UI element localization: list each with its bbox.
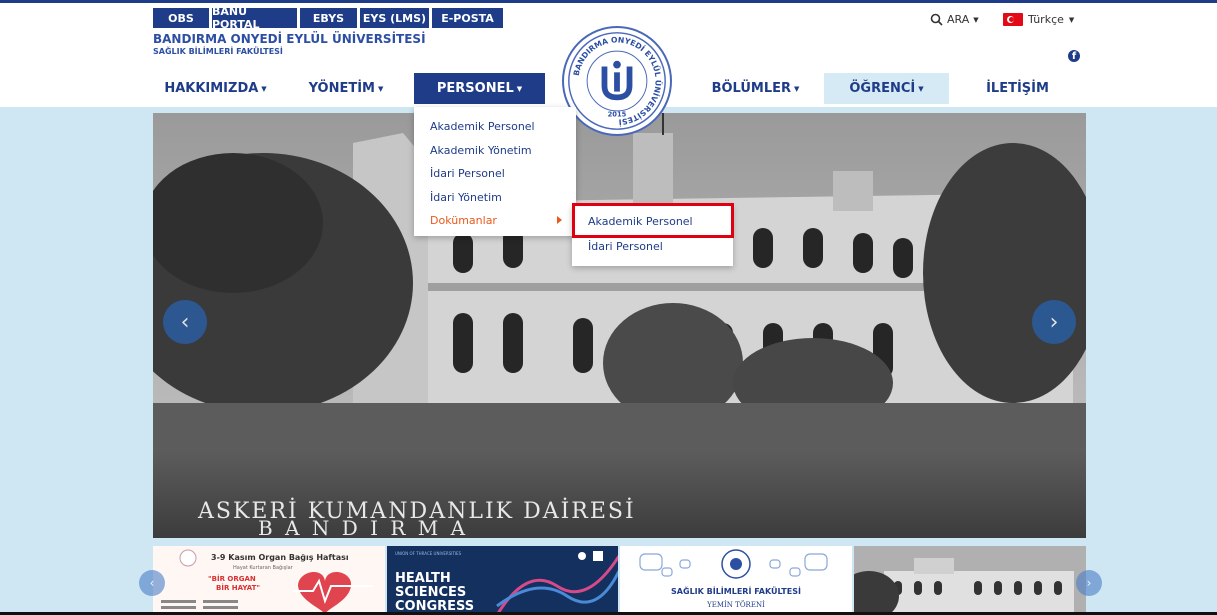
submenu-akademik-personel[interactable]: Akademik Personel xyxy=(588,215,693,228)
thumb2-line0: UNION OF THRACE UNIVERSITIES xyxy=(395,551,462,556)
banu-portal-link[interactable]: BANÜ PORTAL xyxy=(212,5,297,31)
dropdown-idari-personel[interactable]: İdari Personel xyxy=(414,162,576,186)
news-thumbnails: 3-9 Kasım Organ Bağış Haftası Hayat Kurt… xyxy=(153,546,1086,615)
search-button[interactable]: ARA ▼ xyxy=(930,13,979,26)
caret-down-icon: ▼ xyxy=(261,84,267,93)
nav-label: HAKKIMIZDA xyxy=(164,81,259,96)
nav-label: İLETİŞİM xyxy=(986,81,1049,96)
university-name[interactable]: BANDIRMA ONYEDİ EYLÜL ÜNİVERSİTESİ xyxy=(153,32,426,46)
facebook-icon[interactable]: f xyxy=(1068,50,1080,62)
thumb-yemin-toreni[interactable]: SAĞLIK BİLİMLERİ FAKÜLTESİ YEMİN TÖRENİ xyxy=(620,546,852,615)
chevron-down-icon: ▼ xyxy=(973,15,979,24)
dropdown-dokumanlar[interactable]: Dokümanlar xyxy=(414,209,576,233)
search-label: ARA xyxy=(947,13,970,26)
thumb1-title: 3-9 Kasım Organ Bağış Haftası xyxy=(211,553,349,562)
chevron-down-icon: ▼ xyxy=(1068,15,1075,24)
eys-lms-link[interactable]: EYS (LMS) xyxy=(360,8,429,28)
thumb3-sub: YEMİN TÖRENİ xyxy=(706,600,765,609)
faculty-name[interactable]: SAĞLIK BİLİMLERİ FAKÜLTESİ xyxy=(153,47,283,56)
caret-down-icon: ▼ xyxy=(918,84,924,93)
e-posta-link[interactable]: E-POSTA xyxy=(432,8,503,28)
dropdown-akademik-yonetim[interactable]: Akademik Yönetim xyxy=(414,139,576,163)
nav-iletisim[interactable]: İLETİŞİM xyxy=(955,73,1080,104)
thumb-building-photo[interactable] xyxy=(853,546,1086,615)
health-congress-banner: UNION OF THRACE UNIVERSITIES HEALTH SCIE… xyxy=(395,551,618,615)
dropdown-akademik-personel[interactable]: Akademik Personel xyxy=(414,115,576,139)
ebys-link[interactable]: EBYS xyxy=(300,8,357,28)
thumb2-line1: HEALTH xyxy=(395,571,451,586)
organ-donation-banner: 3-9 Kasım Organ Bağış Haftası Hayat Kurt… xyxy=(161,549,373,614)
nav-label: PERSONEL xyxy=(436,81,514,96)
thumb-health-congress[interactable]: UNION OF THRACE UNIVERSITIES HEALTH SCIE… xyxy=(386,546,618,615)
nav-hakkimizda[interactable]: HAKKIMIZDA ▼ xyxy=(153,73,278,104)
nav-label: ÖĞRENCİ xyxy=(849,81,916,96)
caret-down-icon: ▼ xyxy=(794,84,800,93)
hero-slider[interactable]: ASKERİ KUMANDANLIK DAİRESİ B A N D I R M… xyxy=(153,113,1086,538)
caret-right-icon xyxy=(557,216,562,224)
nav-personel[interactable]: PERSONEL ▼ xyxy=(414,73,545,104)
thumb1-sub: Hayat Kurtaran Bağışlar xyxy=(233,564,294,571)
thumb3-title: SAĞLIK BİLİMLERİ FAKÜLTESİ xyxy=(671,585,801,596)
thumbs-next-arrow[interactable]: › xyxy=(1076,570,1102,596)
nav-yonetim[interactable]: YÖNETİM ▼ xyxy=(286,73,406,104)
nav-label: YÖNETİM xyxy=(308,81,375,96)
logo-year: 2015 xyxy=(608,111,627,119)
thumbs-prev-arrow[interactable]: ‹ xyxy=(139,570,165,596)
search-icon xyxy=(930,13,943,26)
yemin-toreni-banner: SAĞLIK BİLİMLERİ FAKÜLTESİ YEMİN TÖRENİ xyxy=(639,549,828,609)
hero-photo: ASKERİ KUMANDANLIK DAİRESİ B A N D I R M… xyxy=(153,113,1086,538)
building-thumbnail xyxy=(853,546,1086,615)
obs-link[interactable]: OBS xyxy=(153,8,209,28)
quick-links: OBS BANÜ PORTAL EBYS EYS (LMS) E-POSTA xyxy=(153,5,503,31)
top-border xyxy=(0,0,1217,3)
nav-label: BÖLÜMLER xyxy=(711,81,792,96)
thumb2-line2: SCIENCES xyxy=(395,585,466,600)
thumb-organ-donation[interactable]: 3-9 Kasım Organ Bağış Haftası Hayat Kurt… xyxy=(153,546,385,615)
dropdown-dokumanlar-label: Dokümanlar xyxy=(430,214,497,228)
caret-down-icon: ▼ xyxy=(516,84,523,93)
language-selector[interactable]: Türkçe ▼ xyxy=(1003,13,1074,26)
chevron-left-icon: ‹ xyxy=(149,576,155,590)
thumb1-quote1: "BİR ORGAN xyxy=(208,574,256,583)
chevron-right-icon: › xyxy=(1049,309,1059,335)
slider-prev-arrow[interactable]: ‹ xyxy=(163,300,207,344)
hero-caption-line2: B A N D I R M A xyxy=(258,516,468,538)
slider-next-arrow[interactable]: › xyxy=(1032,300,1076,344)
dropdown-idari-yonetim[interactable]: İdari Yönetim xyxy=(414,186,576,210)
dokumanlar-submenu: Akademik Personel İdari Personel xyxy=(572,205,733,266)
chevron-right-icon: › xyxy=(1086,576,1092,590)
chevron-left-icon: ‹ xyxy=(180,309,190,335)
thumb1-quote2: BİR HAYAT" xyxy=(216,583,260,592)
nav-bolumler[interactable]: BÖLÜMLER ▼ xyxy=(693,73,818,104)
nav-ogrenci[interactable]: ÖĞRENCİ ▼ xyxy=(824,73,949,104)
logo-emblem: BANDIRMA ONYEDİ EYLÜL ÜNİVERSİTESİ 2015 xyxy=(568,32,666,130)
personel-dropdown: Akademik Personel Akademik Yönetim İdari… xyxy=(414,107,576,236)
language-label: Türkçe xyxy=(1028,13,1064,26)
submenu-idari-personel[interactable]: İdari Personel xyxy=(588,240,663,253)
caret-down-icon: ▼ xyxy=(378,84,384,93)
university-logo[interactable]: BANDIRMA ONYEDİ EYLÜL ÜNİVERSİTESİ 2015 xyxy=(562,26,672,136)
turkish-flag-icon xyxy=(1003,13,1023,26)
